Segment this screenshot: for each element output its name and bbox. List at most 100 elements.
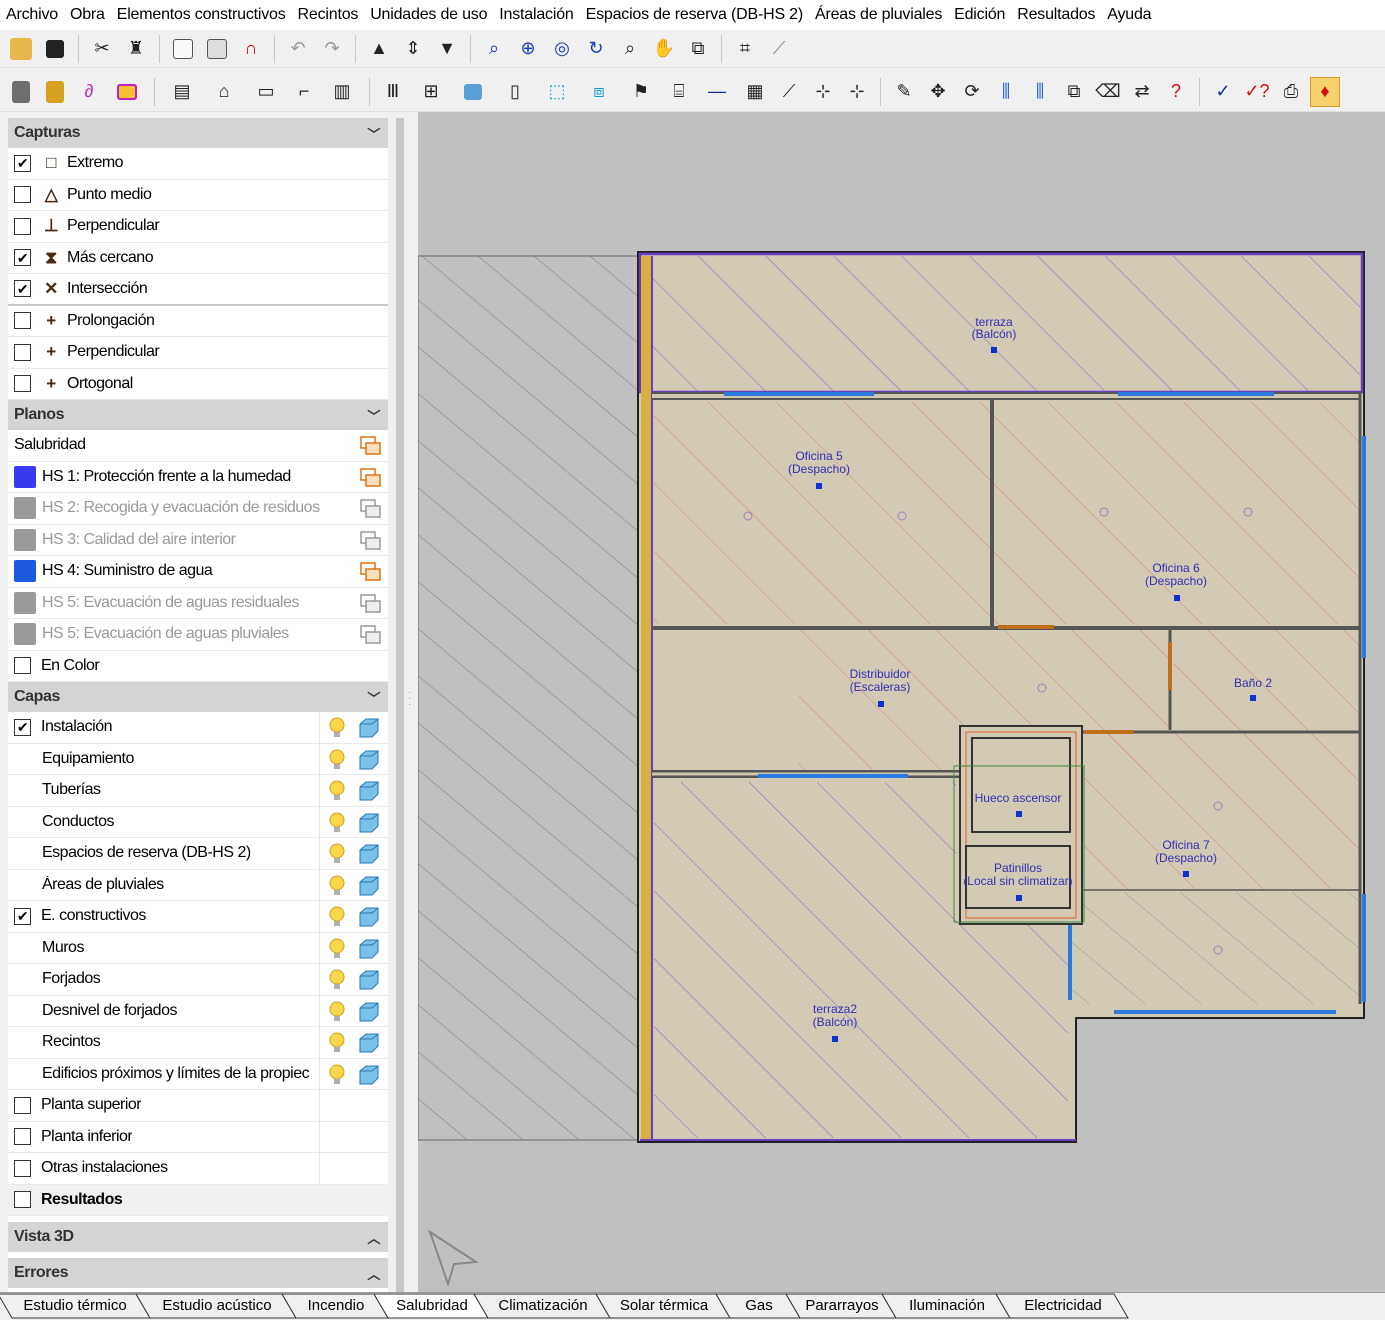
cube-icon[interactable]	[358, 1002, 380, 1022]
node-icon[interactable]: ∂	[74, 77, 104, 107]
captura-row[interactable]: + Ortogonal	[8, 369, 388, 400]
planos-group[interactable]: Salubridad	[8, 430, 388, 462]
capa-row[interactable]: Edificios próximos y límites de la propi…	[8, 1058, 388, 1090]
captura-row[interactable]: + Prolongación	[8, 306, 388, 337]
chevron-down-icon[interactable]: ﹀	[367, 406, 380, 425]
menu-item-2[interactable]: Elementos constructivos	[115, 6, 296, 24]
ruler-icon[interactable]: ▦	[740, 77, 770, 107]
captura-row[interactable]: ✕ Intersección	[8, 274, 388, 306]
menu-item-10[interactable]: Ayuda	[1105, 6, 1161, 24]
binoculars-icon[interactable]: ⌗	[730, 34, 760, 64]
splitter-grip-icon[interactable]: · · ·	[408, 688, 411, 710]
tab-7[interactable]: Pararrayos	[785, 1293, 897, 1319]
cube-icon[interactable]	[358, 844, 380, 864]
captura-checkbox[interactable]	[14, 249, 31, 267]
tab-4[interactable]: Climatización	[473, 1293, 611, 1319]
cube-icon[interactable]	[358, 1033, 380, 1053]
flag-icon[interactable]: ⚑	[622, 77, 660, 107]
capa-checkbox[interactable]	[14, 1096, 31, 1114]
capa-checkbox[interactable]	[14, 1159, 31, 1177]
zoom-out-icon[interactable]: ⌕	[615, 34, 645, 64]
level-up-icon[interactable]: ⊹	[808, 77, 838, 107]
floor-select-icon[interactable]: ⇕	[398, 34, 428, 64]
cube-icon[interactable]	[358, 907, 380, 927]
erase-icon[interactable]: ⌫	[1093, 77, 1123, 107]
capa-row[interactable]: Muros	[8, 932, 388, 964]
pan-hand-icon[interactable]: ✋	[649, 34, 679, 64]
capa-row[interactable]: Recintos	[8, 1027, 388, 1059]
menu-item-6[interactable]: Espacios de reserva (DB-HS 2)	[584, 6, 813, 24]
plano-row[interactable]: HS 5: Evacuación de aguas pluviales	[8, 619, 388, 651]
check-query-icon[interactable]: ✓?	[1242, 77, 1272, 107]
capa-row[interactable]: E. constructivos	[8, 901, 388, 933]
lightbulb-icon[interactable]	[328, 717, 346, 739]
menu-item-9[interactable]: Resultados	[1015, 6, 1105, 24]
captura-row[interactable]: △ Punto medio	[8, 180, 388, 211]
layers-icon[interactable]	[360, 593, 382, 614]
swap-icon[interactable]: ⇄	[1127, 77, 1157, 107]
measure-icon[interactable]: ⟋	[764, 34, 794, 64]
capa-row[interactable]: Tuberías	[8, 775, 388, 807]
captura-checkbox[interactable]	[14, 343, 31, 361]
cube-icon[interactable]	[358, 718, 380, 738]
magnet-icon[interactable]: ∩	[236, 34, 266, 64]
lightbulb-icon[interactable]	[328, 749, 346, 771]
capa-row[interactable]: Espacios de reserva (DB-HS 2)	[8, 838, 388, 870]
capa-row[interactable]: Conductos	[8, 806, 388, 838]
properties-icon[interactable]	[6, 77, 36, 107]
capa-row[interactable]: Instalación	[8, 712, 388, 744]
zoom-all-icon[interactable]: ⊕	[513, 34, 543, 64]
report-icon[interactable]: ⎙	[1276, 77, 1306, 107]
opening-icon[interactable]: ▯	[496, 77, 534, 107]
captura-row[interactable]: + Perpendicular	[8, 337, 388, 369]
menu-item-5[interactable]: Instalación	[497, 6, 583, 24]
capas-header[interactable]: Capas ﹀	[8, 682, 388, 712]
chevron-down-icon[interactable]: ﹀	[367, 124, 380, 143]
slab-icon[interactable]: ⊞	[412, 77, 450, 107]
floor-plan[interactable]: terraza (Balcón) Oficina 5 (Despacho) Of…	[418, 112, 1385, 1292]
en-color-checkbox[interactable]	[14, 657, 31, 675]
layers-orange-icon[interactable]	[360, 436, 382, 456]
capa-row[interactable]: Desnivel de forjados	[8, 995, 388, 1027]
room-icon[interactable]: ⬚	[538, 77, 576, 107]
edit-pen-icon[interactable]: ✎	[889, 77, 919, 107]
highlight-icon[interactable]: ♦	[1310, 76, 1340, 107]
capa-checkbox[interactable]	[14, 907, 31, 925]
tab-8[interactable]: Iluminación	[881, 1293, 1011, 1319]
capa-row[interactable]: Otras instalaciones	[8, 1153, 388, 1185]
save-icon[interactable]	[40, 34, 70, 64]
line-icon[interactable]: —	[698, 77, 736, 107]
copy-icon[interactable]: ⧉	[1059, 77, 1089, 107]
plano-row[interactable]: HS 3: Calidad del aire interior	[8, 525, 388, 556]
tab-1[interactable]: Estudio acústico	[135, 1293, 297, 1319]
resultados-row[interactable]: Resultados	[8, 1184, 388, 1216]
shield-icon[interactable]	[40, 77, 70, 107]
tab-9[interactable]: Electricidad	[995, 1293, 1129, 1319]
roof-icon[interactable]	[454, 77, 492, 107]
step-icon[interactable]: ⌐	[289, 77, 319, 107]
zoom-x2-icon[interactable]: ◎	[547, 34, 577, 64]
cube-icon[interactable]	[358, 939, 380, 959]
cube-icon[interactable]	[358, 750, 380, 770]
wall-icon[interactable]: ▤	[163, 77, 201, 107]
lightbulb-icon[interactable]	[328, 1001, 346, 1023]
menu-item-3[interactable]: Recintos	[296, 6, 369, 24]
captura-row[interactable]: □ Extremo	[8, 148, 388, 180]
lightbulb-icon[interactable]	[328, 812, 346, 834]
captura-row[interactable]: ⧗ Más cercano	[8, 243, 388, 274]
cube-icon[interactable]	[358, 1065, 380, 1085]
layer-color-icon[interactable]	[108, 77, 146, 107]
mirror2-icon[interactable]: ⫼	[1025, 77, 1055, 107]
capa-checkbox[interactable]	[14, 1128, 31, 1146]
rotate-icon[interactable]: ⟳	[957, 77, 987, 107]
layers-icon[interactable]	[360, 562, 382, 582]
tab-3[interactable]: Salubridad	[373, 1293, 489, 1319]
en-color-row[interactable]: En Color	[8, 651, 388, 682]
plano-row[interactable]: HS 5: Evacuación de aguas residuales	[8, 588, 388, 619]
captura-checkbox[interactable]	[14, 154, 31, 172]
resultados-checkbox[interactable]	[14, 1191, 31, 1209]
level-down-icon[interactable]: ⊹	[842, 77, 872, 107]
beam-icon[interactable]: Ⅲ	[378, 77, 408, 107]
lightbulb-icon[interactable]	[328, 875, 346, 897]
cube-icon[interactable]	[358, 781, 380, 801]
